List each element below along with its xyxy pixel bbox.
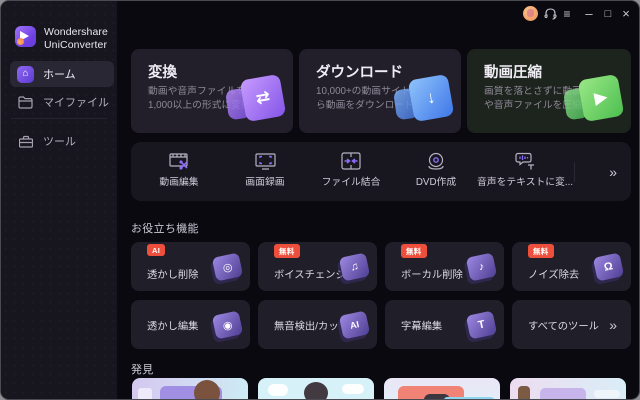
sidebar-item-label: ホーム xyxy=(43,69,76,81)
free-badge: 無料 xyxy=(274,244,300,258)
speech-to-text-icon xyxy=(514,151,536,171)
discover-section-title: 発見 xyxy=(131,364,154,376)
feature-label: 透かし編集 xyxy=(147,321,199,332)
silence-cut-icon: AI xyxy=(338,309,371,340)
tool-screen-record[interactable]: 画面録画 xyxy=(221,142,309,201)
noise-removal-icon: Ω xyxy=(592,251,625,282)
toolbox-icon xyxy=(17,133,34,150)
compress-video-icon: ▶ xyxy=(563,73,625,127)
maximize-button[interactable]: □ xyxy=(600,5,616,22)
hero-card-title: 変換 xyxy=(148,65,177,81)
app-title: Wondershare UniConverter xyxy=(44,26,108,52)
folder-icon xyxy=(17,94,34,111)
sidebar-item-home[interactable]: ⌂ ホーム xyxy=(10,61,114,87)
discover-thumbnail-1[interactable] xyxy=(132,378,248,399)
feature-label: 無音検出/カット xyxy=(274,321,349,332)
thumbnail-person xyxy=(518,386,530,399)
hero-card-compress[interactable]: 動画圧縮 画質を落とさずに動画や音声ファイルを圧縮 ▶ xyxy=(467,49,631,133)
video-edit-icon xyxy=(168,151,190,171)
feature-label: 字幕編集 xyxy=(401,321,443,332)
tool-label: ファイル結合 xyxy=(321,177,381,188)
features-section-title: お役立ち機能 xyxy=(131,223,199,235)
tool-label: 動画編集 xyxy=(159,177,199,188)
convert-camcorder-icon: ⇄ xyxy=(225,73,287,127)
support-headset-icon[interactable] xyxy=(542,5,558,22)
feature-vocal-remove[interactable]: 無料 ボーカル削除 ♪ xyxy=(385,242,504,291)
thumbnail-graphic xyxy=(268,384,288,396)
more-tools-chevron-icon[interactable]: » xyxy=(609,142,617,201)
hero-card-download[interactable]: ダウンロード 10,000+の動画サイトから動画をダウンロード ↓ xyxy=(299,49,461,133)
tool-label: 画面録画 xyxy=(245,177,285,188)
feature-label: ボーカル削除 xyxy=(401,270,463,281)
thumbnail-person xyxy=(304,382,328,399)
tool-label: DVD作成 xyxy=(415,177,457,188)
all-tools-chevron-icon: » xyxy=(609,316,617,333)
vocal-remove-icon: ♪ xyxy=(465,251,498,282)
sidebar-item-my-files[interactable]: マイファイル xyxy=(10,89,114,115)
feature-silence-cut[interactable]: 無音検出/カット AI xyxy=(258,300,377,349)
thumbnail-graphic xyxy=(138,388,152,399)
voice-changer-icon: ♫ xyxy=(338,251,371,282)
avatar-figure xyxy=(527,9,534,17)
feature-all-tools[interactable]: すべてのツール » xyxy=(512,300,631,349)
uniconverter-logo-icon xyxy=(15,26,36,47)
thumbnail-graphic xyxy=(594,390,620,398)
feature-watermark-remove[interactable]: AI 透かし削除 ◎ xyxy=(131,242,250,291)
brand-line2: UniConverter xyxy=(44,39,108,51)
sidebar: Wondershare UniConverter ⌂ ホーム マイファイル ツー… xyxy=(1,1,117,399)
app-brand: Wondershare UniConverter xyxy=(15,26,108,52)
strip-divider xyxy=(574,162,575,182)
dvd-create-icon xyxy=(425,151,447,171)
feature-watermark-edit[interactable]: 透かし編集 ◉ xyxy=(131,300,250,349)
sidebar-item-label: ツール xyxy=(43,136,76,148)
screen: Wondershare UniConverter ⌂ ホーム マイファイル ツー… xyxy=(0,0,640,400)
tool-video-edit[interactable]: 動画編集 xyxy=(135,142,223,201)
uniconverter-window: Wondershare UniConverter ⌂ ホーム マイファイル ツー… xyxy=(0,0,640,400)
file-merge-icon xyxy=(340,151,362,171)
discover-thumbnail-2[interactable] xyxy=(258,378,374,399)
ai-badge: AI xyxy=(147,244,166,256)
sidebar-divider xyxy=(11,118,107,119)
free-badge: 無料 xyxy=(401,244,427,258)
discover-thumbnail-4[interactable] xyxy=(510,378,626,399)
feature-subtitle-edit[interactable]: 字幕編集 T xyxy=(385,300,504,349)
quick-tools-strip: 動画編集 画面録画 ファイル結合 DVD作成 音声をテキストに変... » xyxy=(131,142,631,201)
tool-dvd-create[interactable]: DVD作成 xyxy=(392,142,480,201)
tool-file-merge[interactable]: ファイル結合 xyxy=(307,142,395,201)
feature-label: すべてのツール xyxy=(528,321,599,332)
screen-record-icon xyxy=(254,151,276,171)
watermark-edit-icon: ◉ xyxy=(211,309,244,340)
thumbnail-person xyxy=(194,380,220,399)
watermark-remove-icon: ◎ xyxy=(211,251,244,282)
thumbnail-graphic xyxy=(342,384,364,394)
home-icon: ⌂ xyxy=(17,65,34,83)
download-3d-icon: ↓ xyxy=(393,73,455,127)
menu-icon[interactable]: ≡ xyxy=(559,5,575,22)
subtitle-edit-icon: T xyxy=(465,309,498,340)
hero-card-title: ダウンロード xyxy=(316,65,403,81)
close-button[interactable]: × xyxy=(618,5,634,22)
free-badge: 無料 xyxy=(528,244,554,258)
user-avatar[interactable] xyxy=(523,6,538,21)
feature-noise-removal[interactable]: 無料 ノイズ除去 Ω xyxy=(512,242,631,291)
feature-label: ノイズ除去 xyxy=(528,270,580,281)
hero-card-title: 動画圧縮 xyxy=(484,65,542,81)
feature-voice-changer[interactable]: 無料 ボイスチェンジャー ♫ xyxy=(258,242,377,291)
discover-thumbnail-3[interactable] xyxy=(384,378,500,399)
brand-line1: Wondershare xyxy=(44,26,108,38)
feature-label: 透かし削除 xyxy=(147,270,199,281)
sidebar-item-tools[interactable]: ツール xyxy=(10,128,114,154)
thumbnail-graphic xyxy=(540,388,586,399)
minimize-button[interactable]: – xyxy=(581,5,597,22)
tool-label: 音声をテキストに変... xyxy=(477,177,574,188)
tool-speech-to-text[interactable]: 音声をテキストに変... xyxy=(477,142,573,201)
sidebar-item-label: マイファイル xyxy=(43,97,109,109)
hero-card-convert[interactable]: 変換 動画や音声ファイルを1,000以上の形式に変換 ⇄ xyxy=(131,49,293,133)
